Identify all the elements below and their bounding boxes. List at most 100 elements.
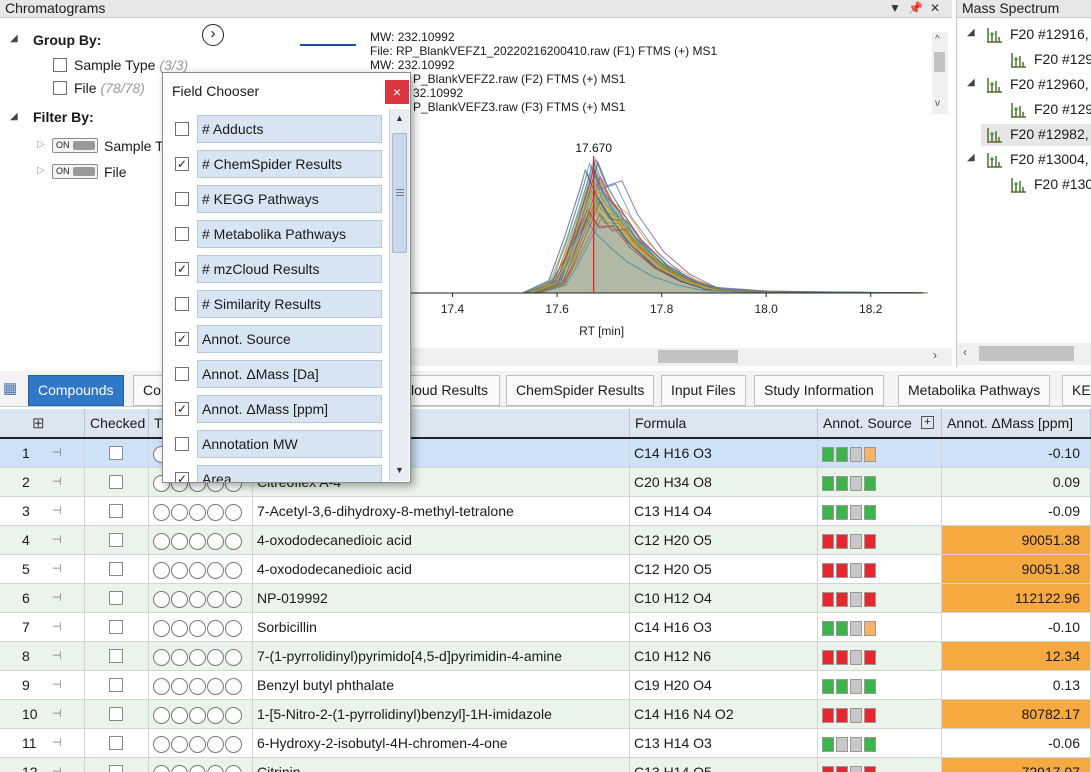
- table-row[interactable]: 11 ⊣ 6-Hydroxy-2-isobutyl-4H-chromen-4-one…: [0, 729, 1091, 758]
- field-label[interactable]: Area: [197, 465, 382, 482]
- checked-cell[interactable]: [85, 642, 149, 670]
- tag-circle[interactable]: [171, 648, 188, 666]
- tag-circle[interactable]: [153, 503, 170, 521]
- sample-type-filter-toggle[interactable]: ON: [52, 138, 98, 153]
- field-chooser-item[interactable]: ✓ # ChemSpider Results: [163, 146, 385, 181]
- field-checkbox[interactable]: ✓: [175, 262, 189, 276]
- tag-circle[interactable]: [153, 590, 170, 608]
- table-row[interactable]: 6 ⊣ NP-019992 C10 H12 O4 112122.96: [0, 584, 1091, 613]
- expand-plus-icon[interactable]: +: [921, 416, 934, 429]
- tab-input-files[interactable]: Input Files: [661, 375, 746, 406]
- tag-circle[interactable]: [225, 561, 242, 579]
- tag-circle[interactable]: [171, 735, 188, 753]
- row-pin-icon[interactable]: ⊣: [52, 729, 62, 757]
- row-pin-icon[interactable]: ⊣: [52, 642, 62, 670]
- tag-circle[interactable]: [225, 648, 242, 666]
- table-row[interactable]: 12 ⊣ Citrinin C13 H14 O5 72917.07: [0, 758, 1091, 772]
- checked-cell[interactable]: [85, 729, 149, 757]
- tab-compounds[interactable]: Compounds: [28, 375, 124, 406]
- tag-circle[interactable]: [207, 532, 224, 550]
- row-checkbox[interactable]: [109, 446, 123, 460]
- tag-circle[interactable]: [207, 677, 224, 695]
- field-checkbox[interactable]: [175, 437, 189, 451]
- tag-circle[interactable]: [153, 735, 170, 753]
- sample-type-checkbox[interactable]: [53, 58, 67, 72]
- file-filter-toggle[interactable]: ON: [52, 164, 98, 179]
- tag-circle[interactable]: [207, 706, 224, 724]
- ms-tree-item[interactable]: F20 #12916,: [1010, 26, 1089, 42]
- tag-circle[interactable]: [207, 619, 224, 637]
- row-pin-icon[interactable]: ⊣: [52, 584, 62, 612]
- field-label[interactable]: Annot. Source: [197, 325, 382, 353]
- checked-cell[interactable]: [85, 526, 149, 554]
- tag-circle[interactable]: [189, 561, 206, 579]
- field-chooser-item[interactable]: # Similarity Results: [163, 286, 385, 321]
- field-checkbox[interactable]: ✓: [175, 157, 189, 171]
- checked-cell[interactable]: [85, 497, 149, 525]
- field-label[interactable]: # mzCloud Results: [197, 255, 382, 283]
- collapsed-triangle-icon[interactable]: ▷: [37, 165, 45, 176]
- field-checkbox[interactable]: [175, 192, 189, 206]
- expand-triangle-icon[interactable]: ◢: [967, 77, 975, 88]
- row-pin-icon[interactable]: ⊣: [52, 439, 62, 467]
- row-checkbox[interactable]: [109, 562, 123, 576]
- pin-icon[interactable]: 📌: [908, 0, 923, 17]
- tag-circle[interactable]: [189, 677, 206, 695]
- tag-circle[interactable]: [153, 764, 170, 772]
- field-chooser-item[interactable]: Annotation MW: [163, 426, 385, 461]
- tag-circle[interactable]: [225, 532, 242, 550]
- expand-triangle-icon[interactable]: ◢: [10, 33, 18, 44]
- checked-cell[interactable]: [85, 439, 149, 467]
- row-checkbox[interactable]: [109, 475, 123, 489]
- tag-circle[interactable]: [153, 677, 170, 695]
- table-row[interactable]: 9 ⊣ Benzyl butyl phthalate C19 H20 O4 0.13: [0, 671, 1091, 700]
- tags-cell[interactable]: [149, 671, 253, 699]
- chart-horizontal-scrollbar[interactable]: ›: [400, 348, 952, 366]
- tags-cell[interactable]: [149, 526, 253, 554]
- field-checkbox[interactable]: ✓: [175, 472, 189, 482]
- tags-cell[interactable]: [149, 758, 253, 772]
- field-checkbox[interactable]: [175, 227, 189, 241]
- tag-circle[interactable]: [153, 532, 170, 550]
- ms-tree-item[interactable]: F20 #129: [1034, 51, 1091, 67]
- header-annot-source[interactable]: Annot. Source +: [818, 409, 942, 438]
- checked-cell[interactable]: [85, 584, 149, 612]
- group-item-sample-type[interactable]: Sample Type (3/3): [74, 57, 188, 73]
- row-checkbox[interactable]: [109, 678, 123, 692]
- row-checkbox[interactable]: [109, 591, 123, 605]
- field-label[interactable]: # Adducts: [197, 115, 382, 143]
- tags-cell[interactable]: [149, 497, 253, 525]
- tag-circle[interactable]: [171, 764, 188, 772]
- field-checkbox[interactable]: ✓: [175, 402, 189, 416]
- ms-tree-item[interactable]: F20 #12982,: [1010, 126, 1089, 142]
- tag-circle[interactable]: [189, 764, 206, 772]
- grid-layout-icon[interactable]: ▦: [3, 379, 23, 397]
- close-icon[interactable]: ✕: [930, 0, 940, 17]
- checked-cell[interactable]: [85, 555, 149, 583]
- field-label[interactable]: # KEGG Pathways: [197, 185, 382, 213]
- file-checkbox[interactable]: [53, 81, 67, 95]
- field-chooser-item[interactable]: ✓ Area: [163, 461, 385, 482]
- expand-triangle-icon[interactable]: ◢: [967, 27, 975, 38]
- row-pin-icon[interactable]: ⊣: [52, 497, 62, 525]
- group-item-file[interactable]: File (78/78): [74, 80, 145, 96]
- field-label[interactable]: Annot. ΔMass [Da]: [197, 360, 382, 388]
- tags-cell[interactable]: [149, 555, 253, 583]
- tag-circle[interactable]: [153, 648, 170, 666]
- ms-tree-item[interactable]: F20 #12960,: [1010, 76, 1089, 92]
- row-pin-icon[interactable]: ⊣: [52, 468, 62, 496]
- row-pin-icon[interactable]: ⊣: [52, 526, 62, 554]
- tag-circle[interactable]: [171, 677, 188, 695]
- tags-cell[interactable]: [149, 700, 253, 728]
- tag-circle[interactable]: [189, 590, 206, 608]
- checked-cell[interactable]: [85, 671, 149, 699]
- table-row[interactable]: 8 ⊣ 7-(1-pyrrolidinyl)pyrimido[4,5-d]pyrim…: [0, 642, 1091, 671]
- tag-circle[interactable]: [207, 764, 224, 772]
- row-checkbox[interactable]: [109, 649, 123, 663]
- tag-circle[interactable]: [171, 590, 188, 608]
- tag-circle[interactable]: [207, 648, 224, 666]
- checked-cell[interactable]: [85, 613, 149, 641]
- tags-cell[interactable]: [149, 642, 253, 670]
- tag-circle[interactable]: [189, 503, 206, 521]
- tag-circle[interactable]: [225, 735, 242, 753]
